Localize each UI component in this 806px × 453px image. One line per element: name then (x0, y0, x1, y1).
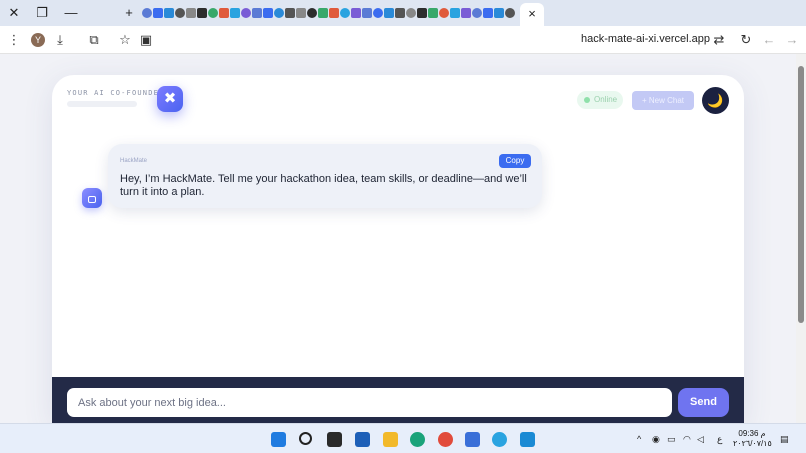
tab-favicon-icon[interactable] (439, 8, 449, 18)
assistant-message: HackMate Copy Hey, I’m HackMate. Tell me… (108, 144, 542, 208)
tab-favicon-icon[interactable] (307, 8, 317, 18)
widgets-icon[interactable] (355, 432, 370, 447)
status-dot-icon (584, 97, 590, 103)
tab-favicon-icon[interactable] (340, 8, 350, 18)
profile-avatar[interactable]: Y (31, 33, 45, 47)
app-logo: ✖ (157, 86, 183, 112)
forward-icon[interactable]: → (784, 32, 800, 48)
telegram-icon[interactable] (492, 432, 507, 447)
windows-start-icon[interactable] (271, 432, 286, 447)
chrome-icon[interactable] (438, 432, 453, 447)
theme-toggle-moon-icon[interactable]: 🌙 (702, 87, 729, 114)
page-scrollbar[interactable] (796, 54, 806, 423)
chat-input[interactable] (67, 388, 672, 417)
back-icon[interactable]: ← (761, 32, 777, 48)
download-icon[interactable]: ⤓ (52, 32, 68, 48)
active-tab[interactable]: × (520, 3, 544, 26)
extensions-icon[interactable]: ⧉ (86, 32, 102, 48)
tab-favicon-icon[interactable] (351, 8, 361, 18)
tab-favicon-icon[interactable] (483, 8, 493, 18)
tab-favicon-icon[interactable] (197, 8, 207, 18)
tab-favicon-icon[interactable] (296, 8, 306, 18)
tab-favicon-icon[interactable] (164, 8, 174, 18)
tab-favicon-icon[interactable] (505, 8, 515, 18)
tab-favicon-icon[interactable] (153, 8, 163, 18)
close-window-icon[interactable]: ✕ (6, 5, 22, 21)
tab-favicon-icon[interactable] (252, 8, 262, 18)
new-tab-button[interactable]: + (121, 5, 137, 21)
status-label: Online (594, 95, 618, 104)
clock-time: 09:36 م (738, 429, 766, 438)
clock-date: ٢٠٢٦/٠٧/١٥ (733, 439, 772, 448)
vscode-icon[interactable] (520, 432, 535, 447)
minimize-window-icon[interactable]: — (63, 5, 79, 21)
tab-favicon-icon[interactable] (417, 8, 427, 18)
restore-window-icon[interactable]: ❐ (34, 5, 50, 21)
star-icon[interactable]: ☆ (117, 32, 133, 48)
send-button[interactable]: Send (678, 388, 729, 417)
tab-favicon-icon[interactable] (472, 8, 482, 18)
scroll-thumb[interactable] (798, 66, 804, 323)
file-explorer-icon[interactable] (383, 432, 398, 447)
tray-chevron-icon[interactable]: ^ (637, 434, 641, 444)
close-tab-icon[interactable]: × (524, 6, 540, 22)
tray-app-icon[interactable]: ◉ (652, 434, 660, 445)
eyebrow-label: YOUR AI CO-FOUNDER (67, 89, 165, 97)
tab-favicon-icon[interactable] (274, 8, 284, 18)
tab-favicon-icon[interactable] (329, 8, 339, 18)
tab-favicon-icon[interactable] (406, 8, 416, 18)
reload-icon[interactable]: ↻ (738, 32, 754, 48)
tab-favicon-icon[interactable] (428, 8, 438, 18)
translate-icon[interactable]: ▣ (138, 32, 154, 48)
tab-favicon-icon[interactable] (241, 8, 251, 18)
taskbar: ^ ◉ ▭ ◠ ◁ ع 09:36 م ٢٠٢٦/٠٧/١٥ ▤ (0, 423, 806, 453)
tab-favicon-icon[interactable] (208, 8, 218, 18)
bot-avatar (82, 188, 102, 208)
edge-icon[interactable] (410, 432, 425, 447)
faded-subtitle (67, 101, 137, 107)
tab-favicon-icon[interactable] (142, 8, 152, 18)
battery-icon[interactable]: ▭ (667, 434, 676, 445)
tab-favicon-icon[interactable] (263, 8, 273, 18)
tab-favicon-icon[interactable] (219, 8, 229, 18)
tune-icon[interactable]: ⇄ (711, 32, 727, 48)
message-text: Hey, I’m HackMate. Tell me your hackatho… (120, 173, 527, 198)
address-bar-url[interactable]: hack-mate-ai-xi.vercel.app (560, 33, 710, 45)
tab-favicon-icon[interactable] (494, 8, 504, 18)
volume-icon[interactable]: ◁ (697, 434, 704, 445)
wifi-icon[interactable]: ◠ (683, 434, 691, 445)
task-view-icon[interactable] (327, 432, 342, 447)
tab-favicon-icon[interactable] (373, 8, 383, 18)
status-badge: Online (577, 91, 623, 109)
notification-icon[interactable]: ▤ (780, 434, 789, 445)
composer-bar: Send (52, 377, 744, 423)
tab-favicon-icon[interactable] (395, 8, 405, 18)
tab-favicon-icon[interactable] (362, 8, 372, 18)
search-icon[interactable] (299, 432, 312, 445)
menu-icon[interactable]: ⋮ (6, 32, 22, 48)
tab-favicon-icon[interactable] (285, 8, 295, 18)
tab-favicon-icon[interactable] (186, 8, 196, 18)
store-icon[interactable] (465, 432, 480, 447)
language-indicator[interactable]: ع (717, 434, 722, 445)
tab-favicon-icon[interactable] (318, 8, 328, 18)
message-author: HackMate (120, 158, 148, 164)
tab-favicon-icon[interactable] (450, 8, 460, 18)
tab-favicon-icon[interactable] (230, 8, 240, 18)
copy-button[interactable]: Copy (499, 154, 531, 168)
tab-strip: ✕ ❐ — + × (0, 0, 806, 26)
tab-favicon-icon[interactable] (461, 8, 471, 18)
tab-favicon-icon[interactable] (175, 8, 185, 18)
bot-icon (88, 196, 96, 203)
chat-card: YOUR AI CO-FOUNDER ✖ Online + New Chat 🌙… (52, 75, 744, 423)
tab-favicon-icon[interactable] (384, 8, 394, 18)
new-chat-button[interactable]: + New Chat (632, 91, 694, 110)
system-clock[interactable]: 09:36 م ٢٠٢٦/٠٧/١٥ (733, 429, 772, 449)
